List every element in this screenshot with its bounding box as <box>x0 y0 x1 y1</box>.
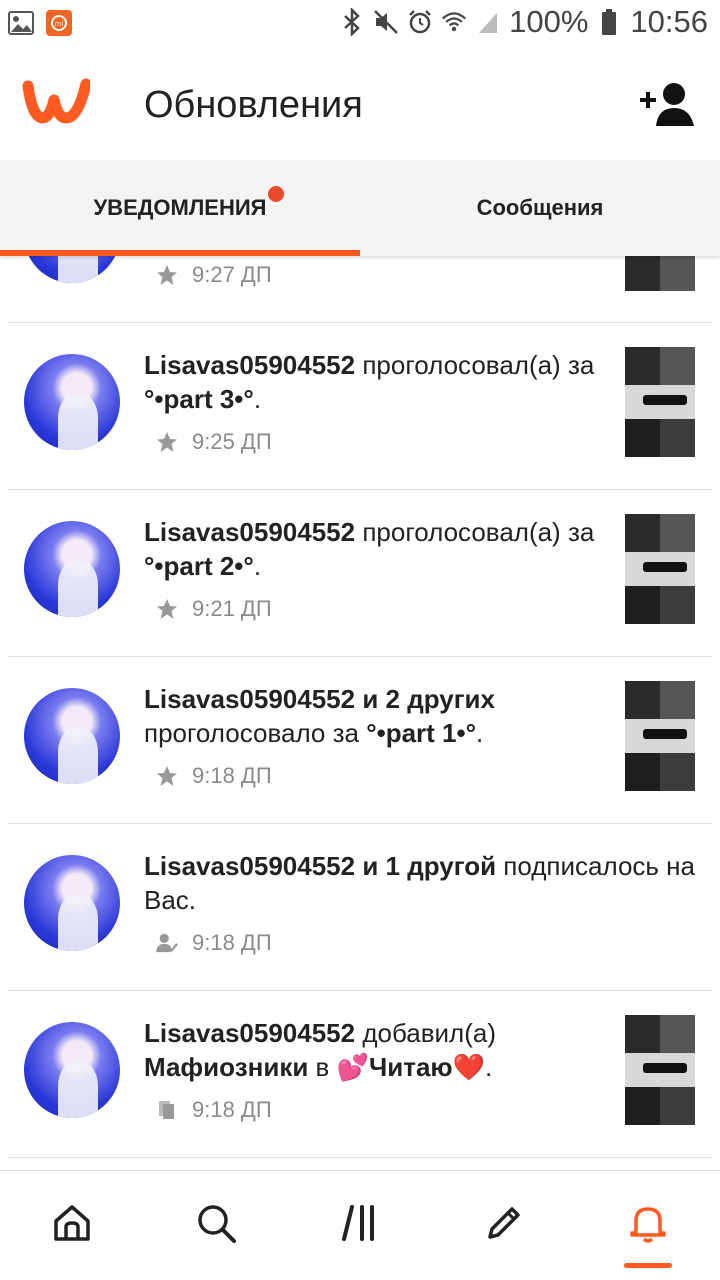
others-count[interactable]: и 1 другой <box>355 851 496 881</box>
notification-meta: 9:25 ДП <box>156 429 272 455</box>
username-link[interactable]: Lisavas05904552 <box>144 517 355 547</box>
page-title: Обновления <box>144 84 363 126</box>
nav-home[interactable] <box>0 1171 144 1280</box>
list-item[interactable]: Lisavas05904552 и 1 другой подписалось н… <box>8 824 712 991</box>
story-cover-thumbnail[interactable] <box>625 347 695 457</box>
svg-text:mi: mi <box>55 20 64 28</box>
status-bar: mi 100% 10:56 <box>0 0 720 52</box>
username-link[interactable]: Lisavas05904552 <box>144 350 355 380</box>
star-icon <box>156 598 178 620</box>
reading-list-link[interactable]: 💕Читаю❤️ <box>337 1052 485 1082</box>
notification-text: Lisavas05904552 добавил(а) Мафиозники в … <box>144 1018 496 1082</box>
list-item[interactable]: Lisavas05904552 добавил(а) Мафиозники в … <box>8 991 712 1158</box>
avatar[interactable] <box>24 354 120 450</box>
notification-meta: 9:18 ДП <box>156 1097 272 1123</box>
avatar[interactable] <box>24 256 120 283</box>
username-link[interactable]: Lisavas05904552 <box>144 1018 355 1048</box>
nav-library[interactable] <box>288 1171 432 1280</box>
bluetooth-icon <box>339 8 365 36</box>
clock: 10:56 <box>630 4 708 39</box>
library-icon <box>156 1099 178 1121</box>
library-icon <box>338 1201 382 1250</box>
tab-notifications-label: УВЕДОМЛЕНИЯ <box>93 195 267 220</box>
list-item[interactable]: Lisavas05904552 проголосовал(а) за °•par… <box>8 490 712 657</box>
notification-time: 9:27 ДП <box>192 262 272 287</box>
battery-icon <box>596 9 622 35</box>
star-icon <box>156 264 178 286</box>
battery-percent: 100% <box>509 4 589 39</box>
notification-text: Lisavas05904552 и 1 другой подписалось н… <box>144 851 695 915</box>
wifi-icon <box>441 9 467 35</box>
mute-icon <box>373 9 399 35</box>
tab-messages[interactable]: Сообщения <box>360 160 720 256</box>
nav-write[interactable] <box>432 1171 576 1280</box>
list-item[interactable]: 9:27 ДП <box>8 256 712 323</box>
story-part-link[interactable]: °•part 1•° <box>366 718 476 748</box>
tab-notifications[interactable]: УВЕДОМЛЕНИЯ <box>0 160 360 256</box>
nav-search[interactable] <box>144 1171 288 1280</box>
alarm-icon <box>407 9 433 35</box>
add-user-icon[interactable] <box>638 80 698 130</box>
unread-dot <box>268 186 284 202</box>
search-icon <box>194 1201 238 1250</box>
avatar[interactable] <box>24 688 120 784</box>
avatar[interactable] <box>24 521 120 617</box>
story-cover-thumbnail[interactable] <box>625 514 695 624</box>
username-link[interactable]: Lisavas05904552 <box>144 684 355 714</box>
story-cover-thumbnail[interactable] <box>625 681 695 791</box>
notification-text: Lisavas05904552 проголосовал(а) за °•par… <box>144 517 595 581</box>
star-icon <box>156 431 178 453</box>
notification-meta: 9:18 ДП <box>156 763 272 789</box>
notification-text: Lisavas05904552 и 2 других проголосовало… <box>144 684 495 748</box>
notification-time: 9:25 ДП <box>192 429 272 454</box>
notification-time: 9:18 ДП <box>192 763 272 788</box>
notification-meta: 9:27 ДП <box>156 262 272 288</box>
avatar[interactable] <box>24 1022 120 1118</box>
notification-meta: 9:21 ДП <box>156 596 272 622</box>
app-bar: Обновления <box>0 52 720 160</box>
image-icon <box>8 10 34 36</box>
star-icon <box>156 765 178 787</box>
avatar[interactable] <box>24 855 120 951</box>
notification-text: Lisavas05904552 проголосовал(а) за °•par… <box>144 350 595 414</box>
bell-icon <box>626 1201 670 1250</box>
notification-meta: 9:18 ДП <box>156 930 272 956</box>
tab-bar: УВЕДОМЛЕНИЯ Сообщения <box>0 160 720 256</box>
pencil-icon <box>482 1201 526 1250</box>
tab-messages-label: Сообщения <box>476 195 604 220</box>
notification-list: 9:27 ДП Lisavas05904552 проголосовал(а) … <box>0 256 720 1168</box>
wattpad-logo[interactable] <box>22 76 92 124</box>
notification-time: 9:18 ДП <box>192 930 272 955</box>
story-link[interactable]: Мафиозники <box>144 1052 308 1082</box>
story-cover-thumbnail[interactable] <box>625 1015 695 1125</box>
nav-notifications[interactable] <box>576 1171 720 1280</box>
bottom-navigation <box>0 1170 720 1280</box>
notification-time: 9:21 ДП <box>192 596 272 621</box>
story-cover-thumbnail[interactable] <box>625 256 695 291</box>
mi-icon: mi <box>46 10 72 36</box>
username-link[interactable]: Lisavas05904552 <box>144 851 355 881</box>
home-icon <box>50 1201 94 1250</box>
list-item[interactable]: Lisavas05904552 и 2 других проголосовало… <box>8 657 712 824</box>
story-part-link[interactable]: °•part 2•° <box>144 551 254 581</box>
notification-time: 9:18 ДП <box>192 1097 272 1122</box>
list-item[interactable]: Lisavas05904552 проголосовал(а) за °•par… <box>8 323 712 490</box>
signal-icon <box>475 9 501 35</box>
story-part-link[interactable]: °•part 3•° <box>144 384 254 414</box>
follow-icon <box>156 932 178 954</box>
others-count[interactable]: и 2 других <box>355 684 495 714</box>
